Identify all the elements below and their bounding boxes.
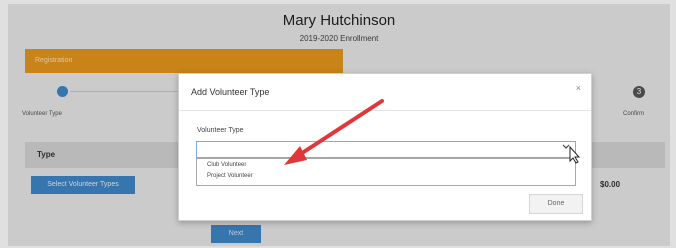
close-icon[interactable]: ×	[576, 83, 581, 93]
option-club-volunteer[interactable]: Club Volunteer	[207, 162, 246, 168]
volunteer-type-dropdown: Club Volunteer Project Volunteer	[196, 158, 576, 186]
add-volunteer-type-modal: Add Volunteer Type × Volunteer Type Club…	[178, 73, 592, 221]
done-button[interactable]: Done	[529, 194, 583, 214]
volunteer-type-field-label: Volunteer Type	[197, 127, 244, 134]
modal-title: Add Volunteer Type	[191, 87, 270, 97]
option-project-volunteer[interactable]: Project Volunteer	[207, 173, 253, 179]
modal-divider	[179, 110, 591, 111]
volunteer-type-select[interactable]	[196, 141, 576, 158]
mouse-cursor-icon	[569, 146, 581, 164]
